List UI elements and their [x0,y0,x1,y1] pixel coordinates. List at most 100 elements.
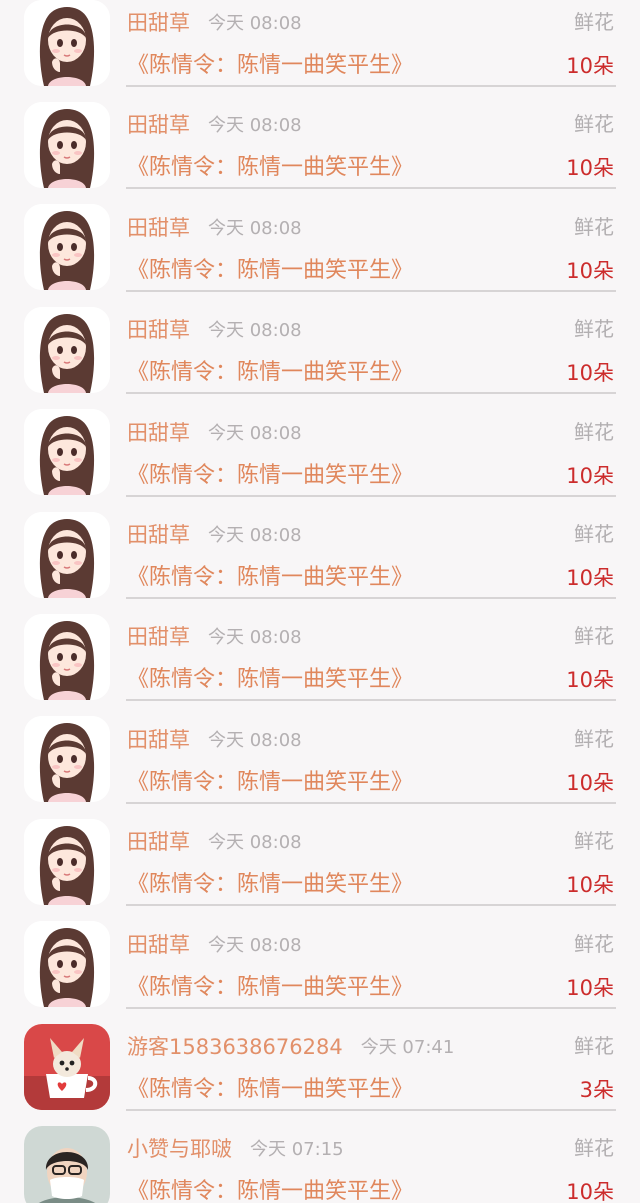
item-header: 田甜草 今天 08:08 [127,825,302,857]
list-item[interactable]: 游客1583638676284 今天 07:41 鲜花《陈情令：陈情一曲笑平生》 3朵 [0,1023,640,1126]
gift-record-list: 田甜草 今天 08:08 鲜花 《陈情令：陈情一曲笑平生》 10朵 田甜草 今天 08:08… [0,0,640,1203]
book-title-link[interactable]: 《陈情令：陈情一曲笑平生》 [127,50,413,82]
username[interactable]: 田甜草 [127,417,190,447]
timestamp: 今天 08:08 [208,525,302,546]
book-title-link[interactable]: 《陈情令：陈情一曲笑平生》 [127,357,413,389]
gift-type: 鲜花 [574,726,614,751]
username[interactable]: 田甜草 [127,724,190,754]
list-item[interactable]: 田甜草 今天 08:08 鲜花 《陈情令：陈情一曲笑平生》 10朵 [0,613,640,716]
list-item[interactable]: 田甜草 今天 08:08 鲜花《陈情令：陈情一曲笑平生》 10朵 [0,204,640,307]
list-item[interactable]: 田甜草 今天 08:08 鲜花《陈情令：陈情一曲笑平生》 10朵 [0,306,640,409]
girl-avatar-icon[interactable] [24,818,110,905]
gift-type: 鲜花 [574,317,614,342]
girl-avatar-icon[interactable] [24,409,110,496]
username[interactable]: 田甜草 [127,109,190,139]
item-header: 小赞与耶啵 今天 07:15 [127,1132,344,1164]
item-header: 田甜草 今天 08:08 [127,928,302,960]
book-title-link[interactable]: 《陈情令：陈情一曲笑平生》 [127,972,413,1004]
timestamp: 今天 07:15 [250,1139,344,1161]
gift-type: 鲜花 [574,10,614,34]
gift-count: 10朵 [566,1180,614,1203]
row-divider [126,1006,616,1009]
username[interactable]: 田甜草 [127,826,190,856]
row-divider [126,699,616,702]
item-header: 田甜草 今天 08:08 [127,108,302,140]
item-header: 田甜草 今天 08:08 [127,620,302,652]
gift-type: 鲜花 [574,624,614,649]
book-title-link[interactable]: 《陈情令：陈情一曲笑平生》 [127,1176,413,1203]
timestamp: 今天 07:41 [360,1037,455,1058]
list-item[interactable]: 小赞与耶啵 今天 07:15 鲜花《陈情令：陈情一曲笑平生》 10朵 [0,1125,640,1203]
gift-count: 10朵 [566,873,614,898]
gift-count: 10朵 [566,361,614,386]
girl-avatar-icon[interactable] [24,613,110,700]
item-header: 田甜草 今天 08:08 [127,723,302,755]
gift-type: 鲜花 [574,1136,614,1161]
list-item[interactable]: 田甜草 今天 08:08 鲜花《陈情令：陈情一曲笑平生》 10朵 [0,409,640,512]
timestamp: 今天 08:08 [208,422,302,444]
book-title-link[interactable]: 《陈情令：陈情一曲笑平生》 [127,664,413,696]
username[interactable]: 田甜草 [127,314,190,344]
timestamp: 今天 08:08 [208,320,302,342]
book-title-link[interactable]: 《陈情令：陈情一曲笑平生》 [127,1074,413,1106]
list-item[interactable]: 田甜草 今天 08:08 鲜花 《陈情令：陈情一曲笑平生》 10朵 [0,818,640,921]
row-divider [126,801,616,804]
book-title-link[interactable]: 《陈情令：陈情一曲笑平生》 [127,255,413,287]
timestamp: 今天 08:08 [208,217,302,239]
puppy-teacup-avatar-icon[interactable] [24,1023,110,1110]
username[interactable]: 田甜草 [127,929,190,959]
book-title-link[interactable]: 《陈情令：陈情一曲笑平生》 [127,767,413,799]
item-header: 田甜草 今天 08:08 [127,6,302,38]
list-item[interactable]: 田甜草 今天 08:08 鲜花《陈情令：陈情一曲笑平生》 10朵 [0,101,640,204]
gift-count: 10朵 [566,566,614,590]
girl-avatar-icon[interactable] [24,716,110,803]
item-header: 游客1583638676284 今天 07:41 [127,1030,454,1062]
gift-count: 10朵 [566,156,614,181]
girl-avatar-icon[interactable] [24,101,110,188]
gift-type: 鲜花 [574,1034,614,1058]
timestamp: 今天 08:08 [208,627,302,649]
girl-avatar-icon[interactable] [24,0,110,86]
gift-count: 10朵 [566,770,614,795]
row-divider [126,289,616,292]
row-divider [126,1109,616,1111]
username[interactable]: 田甜草 [127,621,190,651]
book-title-link[interactable]: 《陈情令：陈情一曲笑平生》 [127,152,413,184]
username[interactable]: 小赞与耶啵 [127,1133,232,1163]
girl-avatar-icon[interactable] [24,204,110,291]
girl-avatar-icon[interactable] [24,306,110,393]
list-item[interactable]: 田甜草 今天 08:08 鲜花《陈情令：陈情一曲笑平生》 10朵 [0,0,640,102]
username[interactable]: 田甜草 [127,7,190,37]
person-masked-avatar-icon[interactable] [24,1125,110,1203]
gift-type: 鲜花 [574,931,614,956]
username[interactable]: 游客1583638676284 [127,1031,343,1061]
row-divider [126,392,616,395]
gift-type: 鲜花 [574,419,614,444]
gift-type: 鲜花 [574,214,614,239]
gift-type: 鲜花 [574,112,614,137]
row-divider [126,85,616,87]
row-divider [126,494,616,497]
gift-count: 10朵 [566,975,614,1000]
timestamp: 今天 08:08 [208,934,302,956]
timestamp: 今天 08:08 [208,832,302,854]
book-title-link[interactable]: 《陈情令：陈情一曲笑平生》 [127,869,413,901]
timestamp: 今天 08:08 [208,729,302,751]
gift-count: 10朵 [566,258,614,283]
gift-count: 3朵 [579,1078,614,1102]
girl-avatar-icon[interactable] [24,921,110,1008]
row-divider [126,187,616,190]
list-item[interactable]: 田甜草 今天 08:08 鲜花《陈情令：陈情一曲笑平生》 10朵 [0,716,640,819]
book-title-link[interactable]: 《陈情令：陈情一曲笑平生》 [127,562,413,594]
gift-type: 鲜花 [574,522,614,546]
list-item[interactable]: 田甜草 今天 08:08 鲜花《陈情令：陈情一曲笑平生》 10朵 [0,511,640,614]
book-title-link[interactable]: 《陈情令：陈情一曲笑平生》 [127,460,413,492]
gift-count: 10朵 [566,463,614,488]
username[interactable]: 田甜草 [127,212,190,242]
username[interactable]: 田甜草 [127,519,190,549]
girl-avatar-icon[interactable] [24,511,110,598]
list-item[interactable]: 田甜草 今天 08:08 鲜花《陈情令：陈情一曲笑平生》 10朵 [0,921,640,1024]
gift-count: 10朵 [566,54,614,78]
timestamp: 今天 08:08 [208,115,302,137]
item-header: 田甜草 今天 08:08 [127,211,302,243]
